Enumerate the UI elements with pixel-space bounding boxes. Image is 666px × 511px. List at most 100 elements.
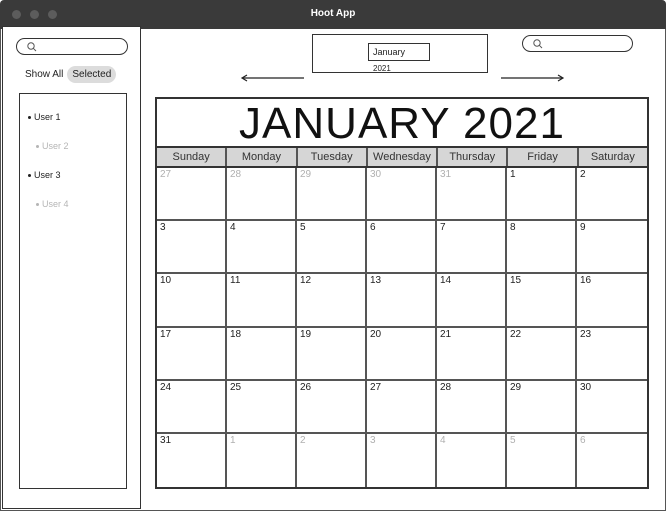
- day-number: 29: [510, 381, 522, 393]
- selected-filter[interactable]: Selected: [67, 65, 117, 83]
- user-label: User 1: [34, 112, 61, 122]
- calendar-day-cell-outside-month[interactable]: 4: [437, 433, 507, 487]
- weekday-label: Wednesday: [368, 148, 439, 166]
- calendar-day-cell-outside-month[interactable]: 5: [507, 433, 577, 487]
- day-number: 18: [230, 328, 242, 340]
- calendar-day-cell[interactable]: 18: [227, 327, 297, 381]
- day-number: 6: [370, 222, 376, 234]
- day-number: 13: [370, 275, 382, 287]
- calendar-day-cell[interactable]: 8: [507, 221, 577, 275]
- user-item-4[interactable]: User 4: [36, 199, 69, 209]
- calendar-day-cell[interactable]: 22: [507, 327, 577, 381]
- calendar-day-cell-outside-month[interactable]: 27: [157, 168, 227, 222]
- day-number: 30: [580, 381, 592, 393]
- previous-month-arrow-icon[interactable]: [240, 74, 306, 82]
- weekday-label: Sunday: [157, 148, 228, 166]
- next-month-arrow-icon[interactable]: [499, 74, 565, 82]
- day-number: 2: [580, 169, 586, 180]
- day-number: 6: [580, 434, 586, 446]
- day-number: 19: [300, 328, 312, 340]
- calendar-day-cell[interactable]: 10: [157, 274, 227, 328]
- day-number: 8: [510, 222, 516, 234]
- day-number: 3: [160, 222, 166, 234]
- day-number: 24: [160, 381, 172, 393]
- calendar-day-cell[interactable]: 17: [157, 327, 227, 381]
- calendar-day-cell-outside-month[interactable]: 2: [297, 433, 367, 487]
- calendar-day-cell-outside-month[interactable]: 28: [227, 168, 297, 222]
- calendar-day-cell[interactable]: 20: [367, 327, 437, 381]
- calendar-day-cell[interactable]: 11: [227, 274, 297, 328]
- calendar-day-cell[interactable]: 27: [367, 380, 437, 434]
- calendar-day-cell[interactable]: 12: [297, 274, 367, 328]
- sidebar-search-input[interactable]: [16, 38, 128, 55]
- calendar-day-cell-outside-month[interactable]: 31: [437, 168, 507, 222]
- calendar-day-cell[interactable]: 14: [437, 274, 507, 328]
- user-label: User 4: [42, 199, 69, 209]
- day-number: 1: [230, 434, 236, 446]
- calendar-day-cell[interactable]: 6: [367, 221, 437, 275]
- bullet-icon: [28, 115, 31, 119]
- day-number: 5: [510, 434, 516, 446]
- calendar-day-cell[interactable]: 26: [297, 380, 367, 434]
- user-label: User 3: [34, 170, 61, 180]
- main-search-input[interactable]: [522, 35, 633, 52]
- calendar-grid: 27 28 29 30 31 1 2 3 4 5 6 7 8 9 10 11 12 13 14 15 16 17 18 19 2…: [157, 168, 647, 487]
- calendar-day-cell[interactable]: 16: [577, 274, 647, 328]
- search-icon: [27, 42, 37, 52]
- calendar-day-cell[interactable]: 28: [437, 380, 507, 434]
- calendar-day-cell[interactable]: 7: [437, 221, 507, 275]
- day-number: 17: [160, 328, 172, 340]
- user-item-1[interactable]: User 1: [28, 112, 61, 122]
- calendar-day-cell[interactable]: 24: [157, 380, 227, 434]
- day-number: 20: [370, 328, 382, 340]
- day-number: 28: [230, 169, 242, 180]
- month-input[interactable]: January: [368, 43, 430, 61]
- calendar-day-cell-outside-month[interactable]: 3: [367, 433, 437, 487]
- calendar-day-cell[interactable]: 9: [577, 221, 647, 275]
- calendar-title: JANUARY 2021: [157, 99, 647, 148]
- day-number: 7: [440, 222, 446, 234]
- calendar-day-cell[interactable]: 13: [367, 274, 437, 328]
- day-number: 31: [160, 434, 172, 446]
- calendar-day-cell[interactable]: 31: [157, 433, 227, 487]
- calendar: JANUARY 2021 Sunday Monday Tuesday Wedne…: [155, 97, 649, 489]
- calendar-day-cell[interactable]: 15: [507, 274, 577, 328]
- calendar-day-cell-outside-month[interactable]: 29: [297, 168, 367, 222]
- day-number: 14: [440, 275, 452, 287]
- title-bar: Hoot App: [0, 0, 666, 29]
- weekday-header-row: Sunday Monday Tuesday Wednesday Thursday…: [157, 148, 647, 168]
- day-number: 12: [300, 275, 312, 287]
- user-item-2[interactable]: User 2: [36, 141, 69, 151]
- day-number: 1: [510, 169, 516, 180]
- calendar-day-cell-outside-month[interactable]: 30: [367, 168, 437, 222]
- calendar-day-cell[interactable]: 21: [437, 327, 507, 381]
- calendar-day-cell[interactable]: 3: [157, 221, 227, 275]
- calendar-day-cell[interactable]: 29: [507, 380, 577, 434]
- day-number: 3: [370, 434, 376, 446]
- day-number: 15: [510, 275, 522, 287]
- user-label: User 2: [42, 141, 69, 151]
- show-all-filter[interactable]: Show All: [25, 69, 63, 80]
- weekday-label: Saturday: [590, 151, 635, 163]
- calendar-day-cell[interactable]: 4: [227, 221, 297, 275]
- calendar-day-cell[interactable]: 19: [297, 327, 367, 381]
- day-number: 25: [230, 381, 242, 393]
- calendar-day-cell-outside-month[interactable]: 1: [227, 433, 297, 487]
- weekday-label: Tuesday: [298, 148, 368, 166]
- day-number: 4: [230, 222, 236, 234]
- bullet-icon: [28, 173, 31, 177]
- calendar-day-cell[interactable]: 23: [577, 328, 647, 381]
- day-number: 27: [160, 169, 172, 180]
- calendar-day-cell-outside-month[interactable]: 6: [577, 434, 647, 487]
- calendar-day-cell[interactable]: 5: [297, 221, 367, 275]
- day-number: 9: [580, 222, 586, 234]
- year-input-partial[interactable]: 2021: [373, 64, 391, 72]
- user-item-3[interactable]: User 3: [28, 170, 61, 180]
- calendar-day-cell[interactable]: 1: [507, 168, 577, 222]
- day-number: 28: [440, 381, 452, 393]
- day-number: 29: [300, 169, 312, 180]
- calendar-day-cell[interactable]: 25: [227, 380, 297, 434]
- day-number: 26: [300, 381, 312, 393]
- calendar-day-cell[interactable]: 2: [577, 168, 647, 222]
- calendar-day-cell[interactable]: 30: [577, 381, 647, 434]
